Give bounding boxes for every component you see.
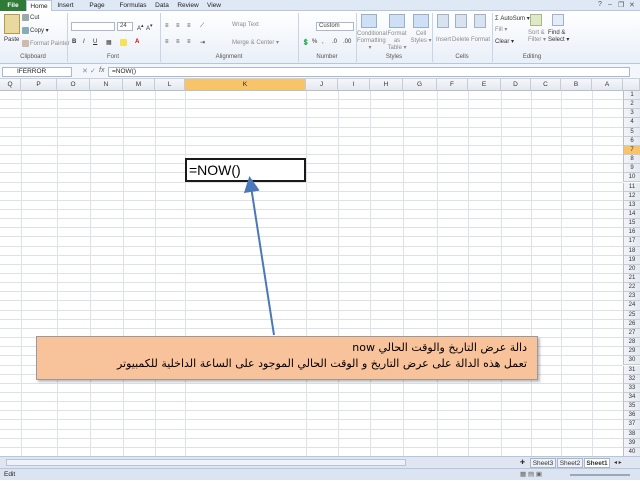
- sheet-tab-bar: ✚ Sheet3 Sheet2 Sheet1 ◂ ▸: [0, 456, 640, 468]
- view-buttons[interactable]: ▦ ▤ ▣: [520, 469, 542, 481]
- explanation-callout: دالة عرض التاريخ والوقت الحالي now تعمل …: [36, 336, 538, 380]
- callout-description: تعمل هذه الدالة على عرض التاريخ و الوقت …: [116, 357, 527, 370]
- scroll-tabs-icon[interactable]: ◂ ▸: [614, 459, 622, 466]
- arrow-overlay: [243, 176, 275, 336]
- sheet-tab-sheet1[interactable]: Sheet1: [584, 458, 610, 468]
- callout-title: دالة عرض التاريخ والوقت الحالي now: [352, 341, 527, 354]
- sheet-tab-sheet3[interactable]: Sheet3: [530, 458, 556, 468]
- zoom-slider[interactable]: [570, 474, 630, 476]
- status-bar: Edit ▦ ▤ ▣: [0, 468, 640, 480]
- sheet-tab-sheet2[interactable]: Sheet2: [557, 458, 583, 468]
- status-mode: Edit: [4, 471, 16, 478]
- pointer-arrow: [243, 176, 275, 336]
- horizontal-scrollbar[interactable]: [6, 459, 406, 466]
- insert-sheet-icon[interactable]: ✚: [520, 459, 525, 466]
